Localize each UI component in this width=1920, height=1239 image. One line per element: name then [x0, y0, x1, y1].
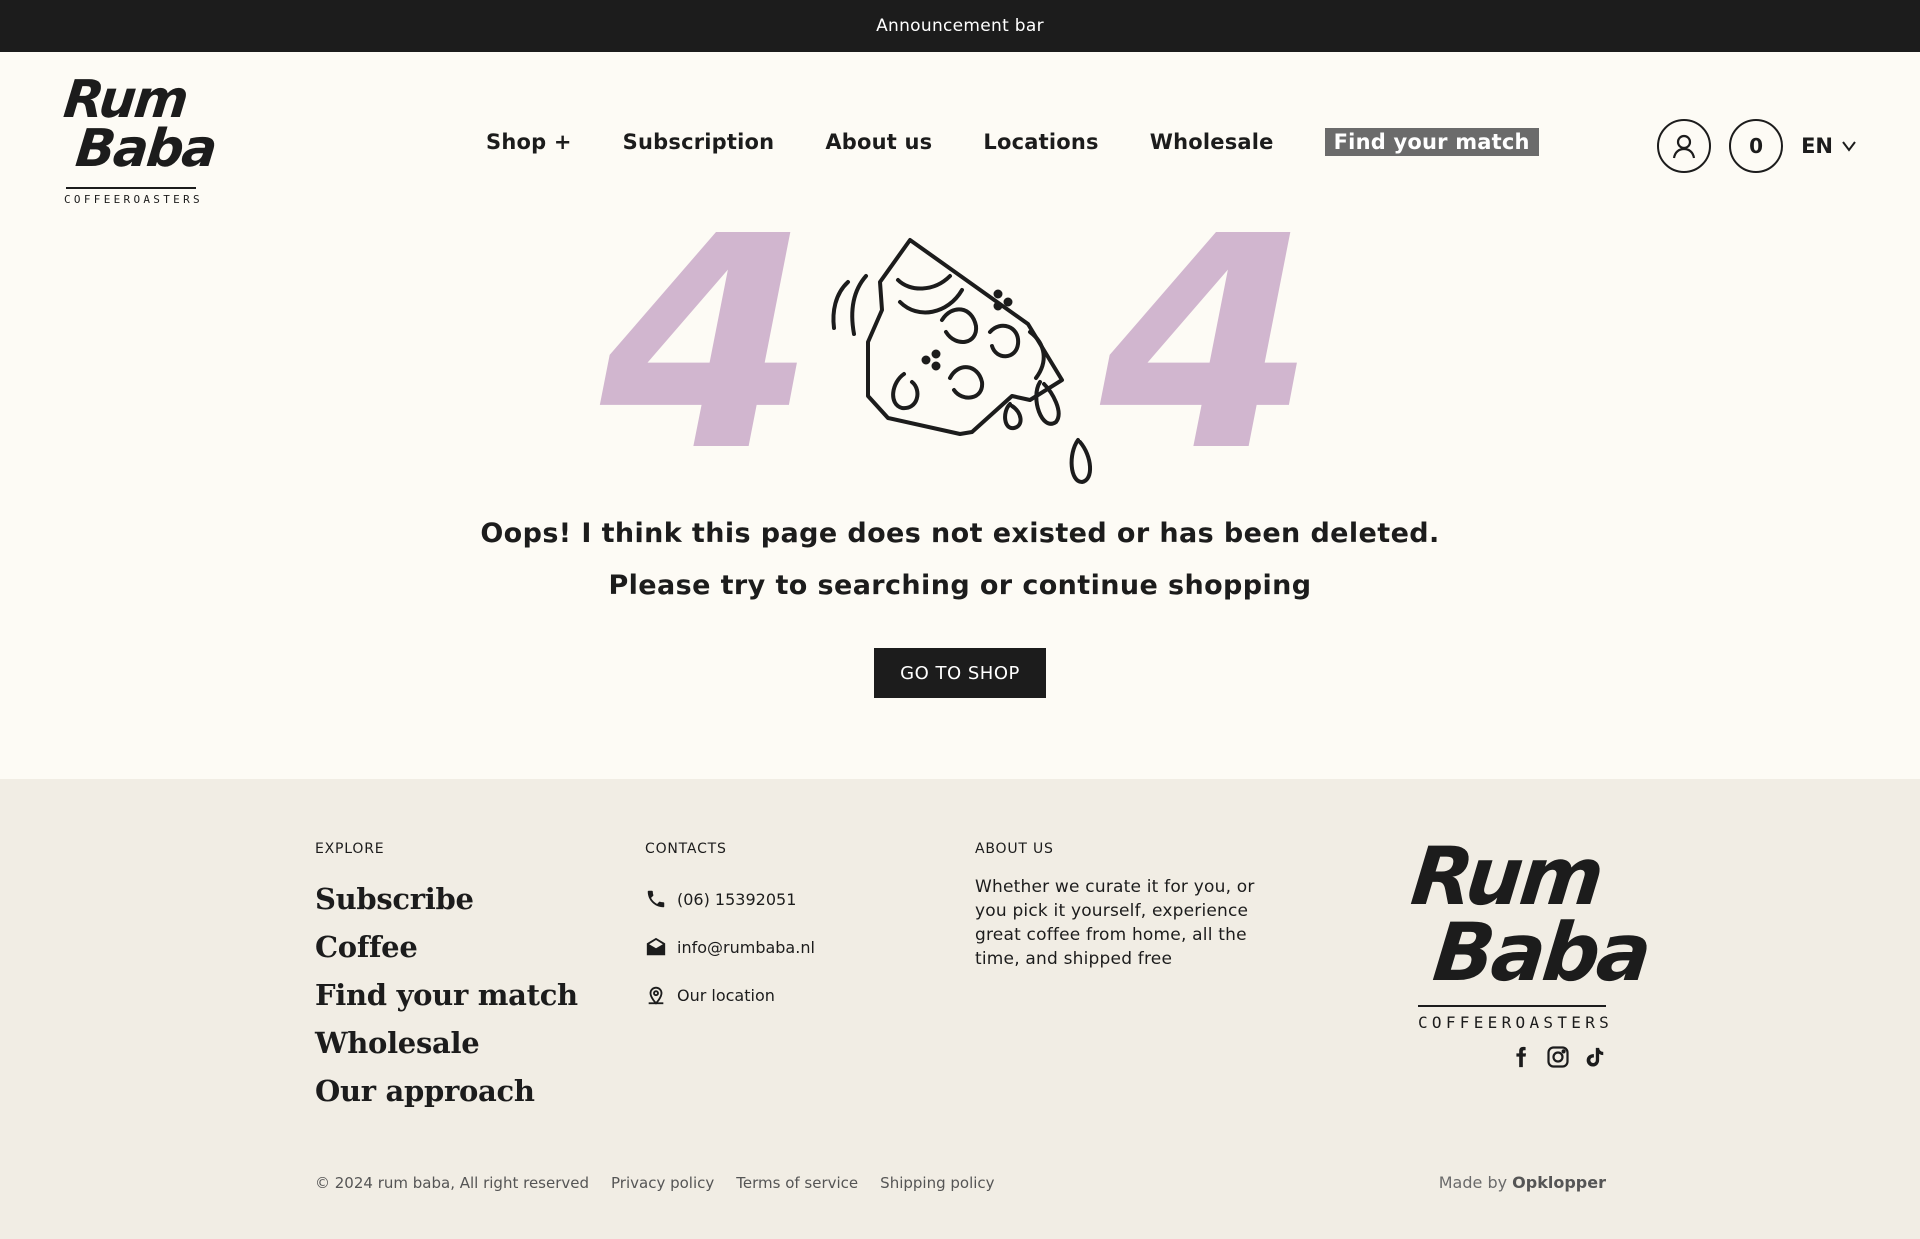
- made-by-credit[interactable]: Made by Opklopper: [1439, 1173, 1606, 1192]
- nav-subscription[interactable]: Subscription: [623, 130, 775, 154]
- privacy-policy-link[interactable]: Privacy policy: [611, 1174, 714, 1192]
- cart-count: 0: [1749, 134, 1764, 158]
- nav-find-your-match[interactable]: Find your match: [1324, 128, 1539, 156]
- made-by-name: Opklopper: [1512, 1173, 1606, 1192]
- digit-four-right: 4: [1095, 232, 1316, 492]
- announcement-bar: Announcement bar: [0, 0, 1920, 52]
- contacts-heading: CONTACTS: [645, 841, 727, 857]
- mail-icon: [646, 937, 666, 956]
- social-links: [1510, 1045, 1606, 1069]
- phone-number: (06) 15392051: [677, 889, 797, 909]
- footer-logo-rule: [1418, 1005, 1606, 1007]
- brand-logo[interactable]: Rum Baba COFFEEROASTERS: [60, 70, 219, 206]
- footer-legal: © 2024 rum baba, All right reserved Priv…: [315, 1174, 995, 1192]
- about-heading: ABOUT US: [975, 841, 1054, 857]
- site-header: Rum Baba COFFEEROASTERS Shop + Subscript…: [0, 52, 1920, 212]
- instagram-icon[interactable]: [1546, 1045, 1570, 1069]
- tiktok-icon[interactable]: [1584, 1045, 1606, 1069]
- header-actions: 0 EN: [1657, 119, 1857, 173]
- language-label: EN: [1801, 134, 1833, 158]
- explore-heading: EXPLORE: [315, 841, 385, 857]
- footer-link-find-your-match[interactable]: Find your match: [315, 971, 578, 1019]
- footer-contacts: CONTACTS (06) 15392051 info@rumbaba.nl O…: [645, 841, 815, 1019]
- terms-of-service-link[interactable]: Terms of service: [736, 1174, 858, 1192]
- nav-wholesale[interactable]: Wholesale: [1150, 130, 1274, 154]
- nav-about-us[interactable]: About us: [825, 130, 932, 154]
- error-graphic: 4 4: [595, 232, 1316, 492]
- logo-tagline: COFFEEROASTERS: [64, 192, 203, 206]
- footer-link-coffee[interactable]: Coffee: [315, 923, 578, 971]
- logo-rule: [66, 186, 196, 189]
- made-by-prefix: Made by: [1438, 1173, 1508, 1192]
- spilled-coffee-cup-illustration: [831, 238, 1092, 484]
- facebook-icon[interactable]: [1510, 1045, 1532, 1069]
- logo-word-baba: Baba: [72, 119, 219, 180]
- go-to-shop-button[interactable]: GO TO SHOP: [874, 648, 1046, 698]
- chevron-down-icon: [1842, 141, 1856, 152]
- phone-icon: [647, 890, 665, 908]
- location-link: Our location: [677, 985, 775, 1005]
- error-message: Oops! I think this page does not existed…: [480, 518, 1440, 549]
- footer-link-wholesale[interactable]: Wholesale: [315, 1019, 578, 1067]
- account-button[interactable]: [1657, 119, 1712, 173]
- shipping-policy-link[interactable]: Shipping policy: [880, 1174, 994, 1192]
- error-suggestion: Please try to searching or continue shop…: [608, 570, 1312, 601]
- footer-logo-tagline: COFFEEROASTERS: [1418, 1013, 1614, 1032]
- footer-logo-word-baba: Baba: [1429, 906, 1654, 999]
- footer-about: ABOUT US Whether we curate it for you, o…: [975, 841, 1275, 971]
- main-nav: Shop + Subscription About us Locations W…: [486, 128, 1539, 156]
- site-footer: EXPLORE Subscribe Coffee Find your match…: [0, 779, 1920, 1239]
- digit-four-left: 4: [595, 232, 816, 492]
- nav-locations[interactable]: Locations: [983, 130, 1098, 154]
- contact-email[interactable]: info@rumbaba.nl: [645, 923, 815, 971]
- footer-logo-word-rum: Rum: [1407, 830, 1606, 923]
- contact-location[interactable]: Our location: [645, 971, 815, 1019]
- footer-explore: EXPLORE Subscribe Coffee Find your match…: [315, 841, 578, 1115]
- language-selector[interactable]: EN: [1801, 134, 1857, 158]
- copyright: © 2024 rum baba, All right reserved: [315, 1174, 590, 1192]
- footer-link-our-approach[interactable]: Our approach: [315, 1067, 578, 1115]
- email-address: info@rumbaba.nl: [677, 937, 815, 957]
- error-hero: 4 4: [0, 232, 1920, 492]
- user-icon: [1672, 134, 1696, 159]
- nav-shop[interactable]: Shop +: [486, 130, 572, 154]
- about-text: Whether we curate it for you, or you pic…: [975, 877, 1255, 969]
- cart-button[interactable]: 0: [1729, 119, 1784, 173]
- location-pin-icon: [648, 986, 664, 1005]
- footer-link-subscribe[interactable]: Subscribe: [315, 875, 578, 923]
- contact-phone[interactable]: (06) 15392051: [645, 875, 815, 923]
- logo-word-rum: Rum: [60, 70, 190, 130]
- footer-brand-logo: Rum Baba COFFEEROASTERS: [1407, 830, 1653, 1032]
